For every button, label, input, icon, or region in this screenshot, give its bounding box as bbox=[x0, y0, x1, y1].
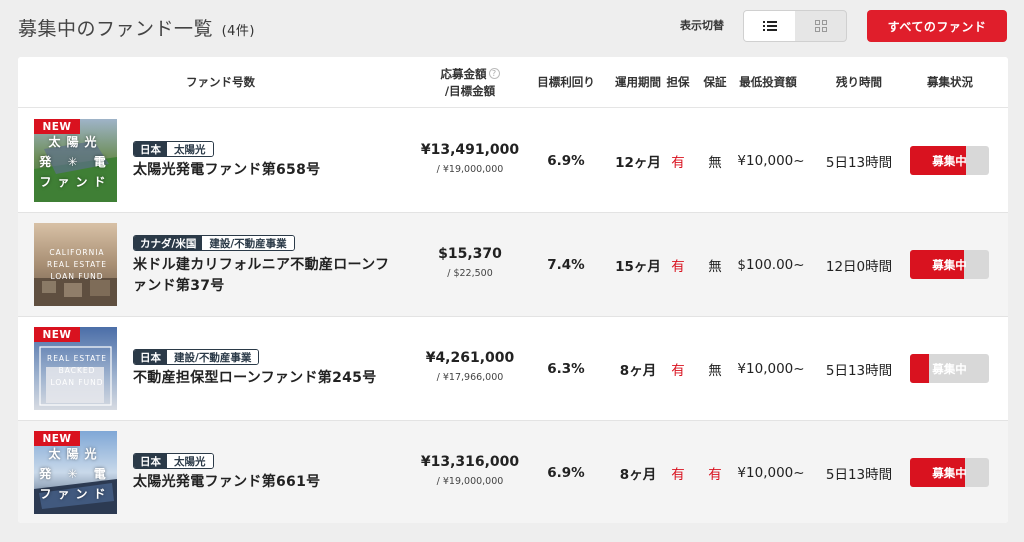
applied-amount: $15,370 bbox=[438, 246, 502, 262]
table-row[interactable]: REAL ESTATE BACKED LOAN FUND NEW 日本 建設/不動産事… bbox=[18, 317, 1008, 421]
table-row[interactable]: 太陽光発 ✳ 電ファンド NEW 日本 太陽光 太陽光発電ファンド第658号 ¥1… bbox=[18, 109, 1008, 213]
applied-amount: ¥13,316,000 bbox=[420, 454, 520, 470]
status-label: 募集中 bbox=[932, 465, 967, 480]
category-tag: 太陽光 bbox=[167, 454, 213, 468]
page-title-text: 募集中のファンド一覧 bbox=[18, 18, 214, 40]
country-tag: 日本 bbox=[134, 142, 167, 156]
fund-name-link[interactable]: 不動産担保型ローンファンド第245号 bbox=[133, 368, 403, 389]
country-tag: 日本 bbox=[134, 454, 167, 468]
thumbnail-text: REAL ESTATE bbox=[46, 354, 107, 363]
thumbnail-text: 発 ✳ 電 bbox=[39, 155, 112, 169]
col-yield: 目標利回り bbox=[537, 75, 595, 90]
fund-tags: 日本 太陽光 bbox=[133, 141, 214, 157]
target-yield: 6.3% bbox=[547, 361, 585, 377]
col-amount-line1: 応募金額 bbox=[440, 66, 487, 81]
col-min-investment: 最低投資額 bbox=[739, 75, 797, 90]
fund-tags: 日本 建設/不動産事業 bbox=[133, 349, 260, 365]
status-label: 募集中 bbox=[932, 361, 967, 376]
status-progress[interactable]: 募集中 bbox=[910, 354, 989, 383]
target-amount: / ¥17,966,000 bbox=[436, 372, 504, 383]
top-bar: 募集中のファンド一覧 (4件) 表示切替 すべてのファンド bbox=[0, 0, 1024, 56]
col-status: 募集状況 bbox=[927, 75, 973, 90]
view-toggle-label: 表示切替 bbox=[680, 19, 724, 32]
thumbnail-text: 発 ✳ 電 bbox=[39, 467, 112, 481]
col-collateral: 担保 bbox=[666, 75, 690, 90]
thumbnail-text: ファンド bbox=[39, 487, 112, 501]
category-tag: 建設/不動産事業 bbox=[202, 236, 294, 250]
table-row[interactable]: 太陽光発 ✳ 電ファンド NEW 日本 太陽光 太陽光発電ファンド第661号 ¥1… bbox=[18, 421, 1008, 523]
fund-thumbnail[interactable]: 太陽光発 ✳ 電ファンド NEW bbox=[34, 119, 117, 202]
target-amount: / $22,500 bbox=[447, 268, 493, 279]
target-amount: / ¥19,000,000 bbox=[436, 164, 504, 175]
min-investment: ¥10,000~ bbox=[737, 153, 805, 169]
thumbnail-text: REAL ESTATE bbox=[46, 260, 107, 269]
new-badge: NEW bbox=[34, 327, 80, 342]
list-view-button[interactable] bbox=[744, 11, 795, 41]
col-amount-line2: /目標金額 bbox=[444, 83, 496, 98]
table-header: ファンド号数 応募金額? /目標金額 目標利回り 運用期間 担保 保証 最低投資… bbox=[18, 57, 1008, 108]
guarantee-value: 有 bbox=[708, 467, 722, 483]
status-progress[interactable]: 募集中 bbox=[910, 250, 989, 279]
guarantee-value: 無 bbox=[708, 155, 722, 171]
time-left: 5日13時間 bbox=[825, 467, 893, 483]
thumbnail-text: CALIFORNIA bbox=[49, 248, 105, 257]
status-label: 募集中 bbox=[932, 257, 967, 272]
col-time-left: 残り時間 bbox=[836, 75, 882, 90]
thumbnail-text: LOAN FUND bbox=[50, 378, 104, 387]
status-label: 募集中 bbox=[932, 153, 967, 168]
target-yield: 6.9% bbox=[547, 153, 585, 169]
collateral-value: 有 bbox=[671, 259, 685, 275]
fund-tags: カナダ/米国 建設/不動産事業 bbox=[133, 235, 295, 251]
min-investment: ¥10,000~ bbox=[737, 361, 805, 377]
thumbnail-text: BACKED bbox=[58, 366, 96, 375]
time-left: 12日0時間 bbox=[825, 259, 893, 275]
category-tag: 太陽光 bbox=[167, 142, 213, 156]
time-left: 5日13時間 bbox=[825, 155, 893, 171]
status-progress[interactable]: 募集中 bbox=[910, 458, 989, 487]
page-title: 募集中のファンド一覧 (4件) bbox=[18, 14, 255, 41]
thumbnail-text: ファンド bbox=[39, 175, 112, 189]
view-toggle bbox=[743, 10, 847, 42]
fund-table: ファンド号数 応募金額? /目標金額 目標利回り 運用期間 担保 保証 最低投資… bbox=[18, 57, 1008, 523]
table-row[interactable]: CALIFORNIA REAL ESTATE LOAN FUND カナダ/米国 建設… bbox=[18, 213, 1008, 317]
collateral-value: 有 bbox=[671, 155, 685, 171]
amount-help-icon[interactable]: ? bbox=[488, 67, 500, 79]
list-icon bbox=[762, 21, 777, 31]
grid-view-button[interactable] bbox=[795, 11, 846, 41]
all-funds-button[interactable]: すべてのファンド bbox=[867, 10, 1007, 42]
min-investment: $100.00~ bbox=[737, 257, 805, 273]
fund-name-link[interactable]: 太陽光発電ファンド第661号 bbox=[133, 472, 403, 493]
min-investment: ¥10,000~ bbox=[737, 465, 805, 481]
col-amount: 応募金額? /目標金額 bbox=[418, 57, 522, 108]
fund-name-link[interactable]: 米ドル建カリフォルニア不動産ローンファンド第37号 bbox=[133, 255, 403, 297]
new-badge: NEW bbox=[34, 431, 80, 446]
col-fund: ファンド号数 bbox=[186, 75, 255, 90]
fund-count: (4件) bbox=[221, 24, 255, 39]
guarantee-value: 無 bbox=[708, 363, 722, 379]
fund-thumbnail[interactable]: CALIFORNIA REAL ESTATE LOAN FUND bbox=[34, 223, 117, 306]
fund-thumbnail[interactable]: 太陽光発 ✳ 電ファンド NEW bbox=[34, 431, 117, 514]
applied-amount: ¥13,491,000 bbox=[420, 142, 520, 158]
thumbnail-text: LOAN FUND bbox=[50, 272, 104, 281]
thumbnail-text: 太陽光 bbox=[48, 135, 103, 149]
target-yield: 7.4% bbox=[547, 257, 585, 273]
target-yield: 6.9% bbox=[547, 465, 585, 481]
grid-icon bbox=[814, 20, 827, 32]
status-progress[interactable]: 募集中 bbox=[910, 146, 989, 175]
col-guarantee: 保証 bbox=[703, 75, 727, 90]
thumbnail-text: 太陽光 bbox=[48, 447, 103, 461]
time-left: 5日13時間 bbox=[825, 363, 893, 379]
fund-name-link[interactable]: 太陽光発電ファンド第658号 bbox=[133, 160, 403, 181]
country-tag: 日本 bbox=[134, 350, 167, 364]
collateral-value: 有 bbox=[671, 363, 685, 379]
fund-thumbnail[interactable]: REAL ESTATE BACKED LOAN FUND NEW bbox=[34, 327, 117, 410]
fund-tags: 日本 太陽光 bbox=[133, 453, 214, 469]
guarantee-value: 無 bbox=[708, 259, 722, 275]
target-amount: / ¥19,000,000 bbox=[436, 476, 504, 487]
collateral-value: 有 bbox=[671, 467, 685, 483]
applied-amount: ¥4,261,000 bbox=[425, 350, 515, 366]
country-tag: カナダ/米国 bbox=[134, 236, 203, 250]
category-tag: 建設/不動産事業 bbox=[167, 350, 259, 364]
new-badge: NEW bbox=[34, 119, 80, 134]
